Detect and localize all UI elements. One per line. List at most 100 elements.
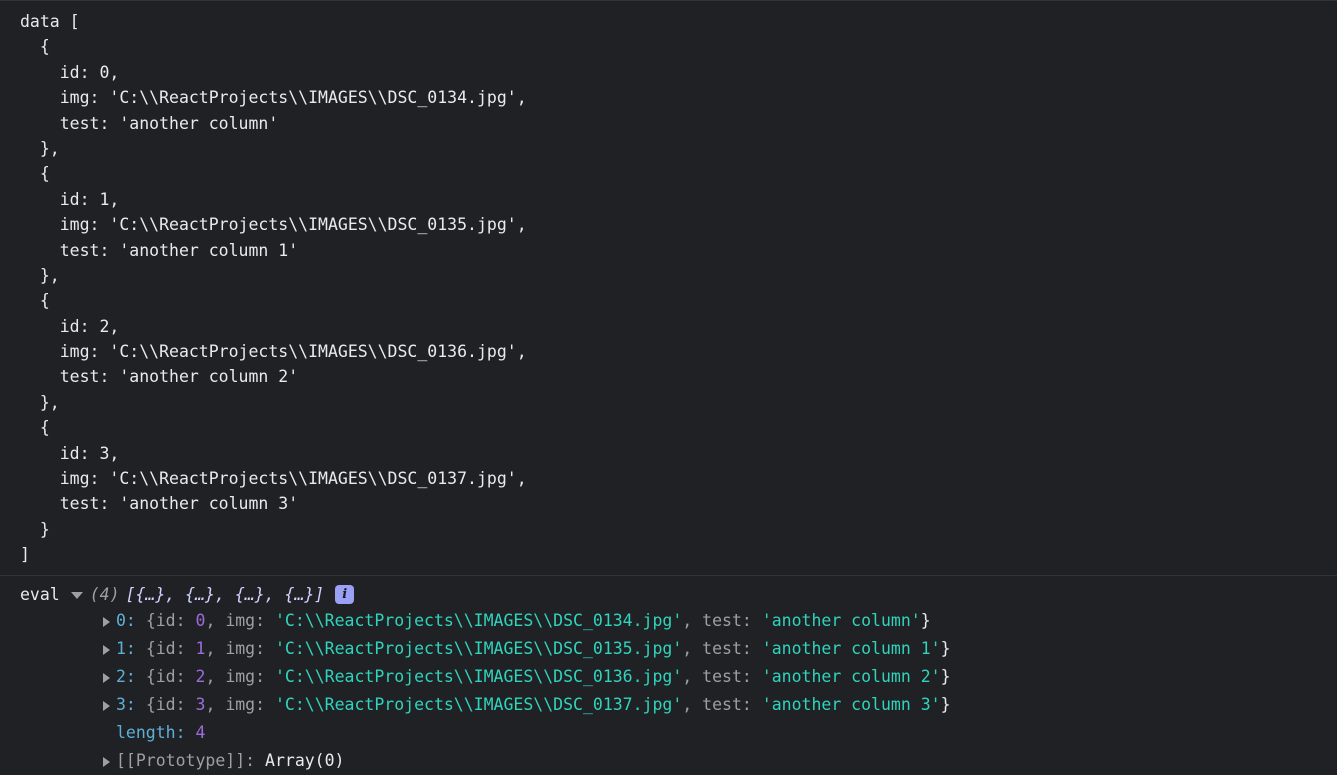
key-test: test:: [702, 638, 752, 658]
key-img: img:: [225, 666, 266, 686]
chevron-right-icon[interactable]: [103, 756, 110, 767]
info-icon[interactable]: i: [335, 584, 355, 604]
object-entry-row[interactable]: 3: {id: 3, img: 'C:\\ReactProjects\\IMAG…: [0, 691, 1337, 719]
value-test: 'another column 2': [761, 666, 941, 686]
length-key: length:: [116, 722, 186, 742]
source-line: img: 'C:\\ReactProjects\\IMAGES\\DSC_013…: [20, 342, 527, 362]
value-id: 3: [195, 694, 206, 714]
open-brace: {: [145, 610, 156, 630]
length-value: 4: [195, 722, 206, 742]
source-line: test: 'another column 3': [20, 494, 299, 514]
value-id: 2: [195, 666, 206, 686]
array-count: (4): [89, 584, 120, 604]
open-brace: {: [145, 694, 156, 714]
value-img: 'C:\\ReactProjects\\IMAGES\\DSC_0134.jpg…: [275, 610, 683, 630]
comma: ,: [682, 610, 703, 630]
comma: ,: [205, 638, 226, 658]
value-img: 'C:\\ReactProjects\\IMAGES\\DSC_0135.jpg…: [275, 638, 683, 658]
comma: ,: [205, 610, 226, 630]
value-img: 'C:\\ReactProjects\\IMAGES\\DSC_0136.jpg…: [275, 666, 683, 686]
entry-index: 1:: [116, 638, 136, 658]
source-line: ]: [20, 545, 30, 565]
close-brace: }: [940, 638, 951, 658]
entry-index: 0:: [116, 610, 136, 630]
comma: ,: [682, 666, 703, 686]
source-line: data [: [20, 12, 80, 31]
key-id: id:: [155, 694, 186, 714]
chevron-down-icon[interactable]: [70, 591, 83, 599]
object-entry-row[interactable]: 1: {id: 1, img: 'C:\\ReactProjects\\IMAG…: [0, 635, 1337, 663]
value-test: 'another column 1': [761, 638, 941, 658]
chevron-right-icon[interactable]: [103, 700, 110, 711]
source-line: id: 3,: [20, 443, 120, 463]
comma: ,: [205, 666, 226, 686]
close-brace: }: [940, 666, 951, 686]
chevron-right-icon[interactable]: [103, 644, 110, 655]
source-line: img: 'C:\\ReactProjects\\IMAGES\\DSC_013…: [20, 215, 527, 235]
entry-index: 3:: [116, 694, 136, 714]
object-entry-row[interactable]: 0: {id: 0, img: 'C:\\ReactProjects\\IMAG…: [0, 607, 1337, 635]
close-brace: }: [920, 610, 931, 630]
object-entry-row[interactable]: 2: {id: 2, img: 'C:\\ReactProjects\\IMAG…: [0, 663, 1337, 691]
source-line: {: [20, 164, 50, 184]
source-line: test: 'another column 1': [20, 240, 299, 260]
chevron-right-icon[interactable]: [103, 616, 110, 627]
source-line: test: 'another column': [20, 113, 279, 133]
prototype-row[interactable]: [[Prototype]]: Array(0): [0, 747, 1337, 775]
key-img: img:: [225, 694, 266, 714]
source-line: img: 'C:\\ReactProjects\\IMAGES\\DSC_013…: [20, 469, 527, 489]
key-test: test:: [702, 666, 752, 686]
devtools-console-panel: data [ { id: 0, img: 'C:\\ReactProjects\…: [0, 0, 1337, 772]
comma: ,: [682, 638, 703, 658]
open-brace: {: [145, 666, 156, 686]
chevron-right-icon[interactable]: [103, 672, 110, 683]
comma: ,: [205, 694, 226, 714]
key-test: test:: [702, 694, 752, 714]
source-line: img: 'C:\\ReactProjects\\IMAGES\\DSC_013…: [20, 88, 527, 108]
value-test: 'another column 3': [761, 694, 941, 714]
prototype-key: [[Prototype]]:: [116, 750, 256, 770]
prototype-value: Array(0): [265, 750, 345, 770]
source-line: },: [20, 138, 60, 158]
value-test: 'another column': [761, 610, 921, 630]
source-line: id: 2,: [20, 316, 120, 336]
entry-index: 2:: [116, 666, 136, 686]
close-brace: }: [940, 694, 951, 714]
key-test: test:: [702, 610, 752, 630]
source-line: test: 'another column 2': [20, 367, 299, 387]
eval-header-row[interactable]: eval (4) [{…}, {…}, {…}, {…}] i: [0, 582, 1337, 607]
key-img: img:: [225, 638, 266, 658]
source-line: },: [20, 392, 60, 412]
key-id: id:: [155, 666, 186, 686]
eval-label: eval: [20, 584, 60, 604]
source-line: {: [20, 291, 50, 311]
source-line: }: [20, 519, 50, 539]
eval-result-block: eval (4) [{…}, {…}, {…}, {…}] i 0: {id: …: [0, 576, 1337, 775]
key-id: id:: [155, 610, 186, 630]
source-line: id: 0,: [20, 62, 120, 82]
value-id: 0: [195, 610, 206, 630]
value-img: 'C:\\ReactProjects\\IMAGES\\DSC_0137.jpg…: [275, 694, 683, 714]
key-id: id:: [155, 638, 186, 658]
array-preview: [{…}, {…}, {…}, {…}]: [125, 584, 325, 604]
source-line: },: [20, 265, 60, 285]
source-line: id: 1,: [20, 189, 120, 209]
open-brace: {: [145, 638, 156, 658]
key-img: img:: [225, 610, 266, 630]
